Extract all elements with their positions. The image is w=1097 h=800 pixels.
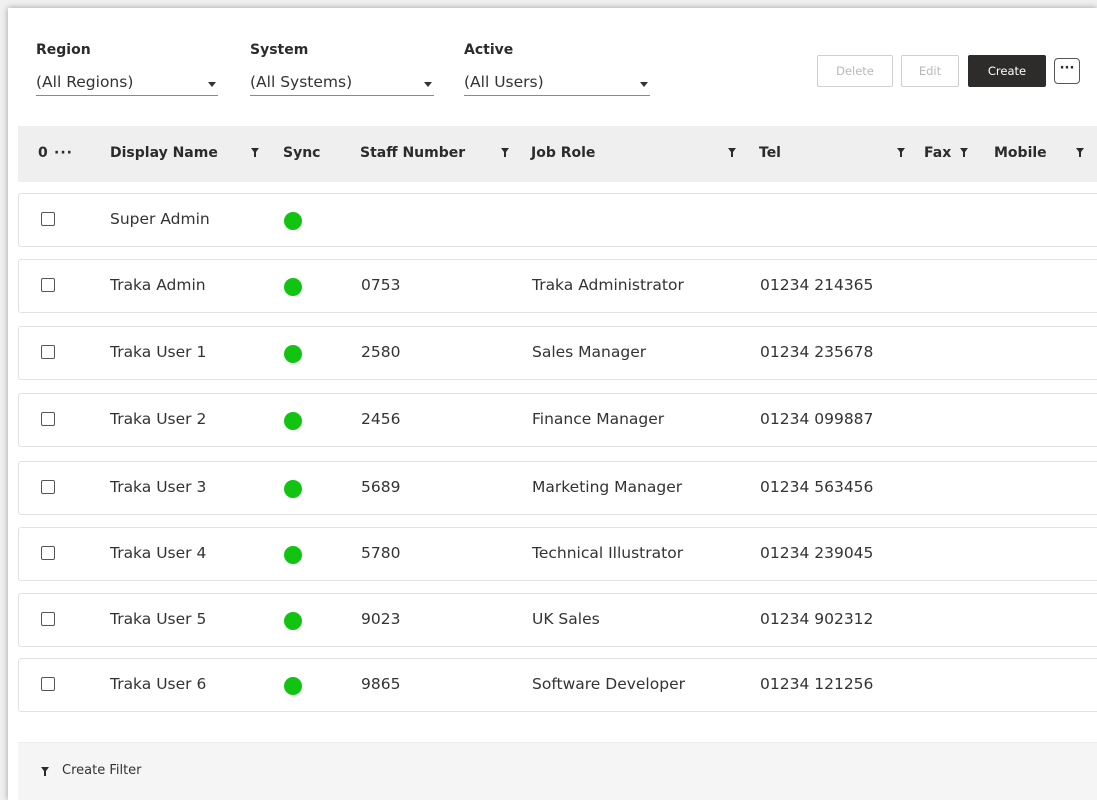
selected-count: 0: [38, 145, 48, 161]
cell-job-role: Traka Administrator: [532, 276, 684, 294]
cell-display-name: Traka User 2: [110, 410, 207, 428]
cell-display-name: Traka User 6: [110, 675, 207, 693]
column-mobile[interactable]: Mobile: [994, 145, 1047, 161]
system-filter: System (All Systems): [250, 42, 434, 96]
cell-tel: 01234 902312: [760, 610, 874, 628]
table-row[interactable]: Traka User 4 5780 Technical Illustrator …: [18, 527, 1097, 581]
cell-job-role: Software Developer: [532, 675, 685, 693]
column-staff-number[interactable]: Staff Number: [360, 145, 465, 161]
region-label: Region: [36, 42, 91, 58]
cell-display-name: Traka User 1: [110, 343, 207, 361]
cell-tel: 01234 121256: [760, 675, 874, 693]
cell-display-name: Super Admin: [110, 210, 210, 228]
sync-status-icon: [284, 345, 302, 363]
active-filter: Active (All Users): [464, 42, 650, 96]
chevron-down-icon: [208, 82, 216, 87]
cell-tel: 01234 235678: [760, 343, 874, 361]
cell-job-role: Marketing Manager: [532, 478, 683, 496]
sync-status-icon: [284, 212, 302, 230]
sync-status-icon: [284, 480, 302, 498]
sync-status-icon: [284, 278, 302, 296]
sync-status-icon: [284, 412, 302, 430]
funnel-icon[interactable]: [727, 145, 737, 159]
cell-staff-number: 9865: [361, 675, 401, 693]
chevron-down-icon: [640, 82, 648, 87]
region-select-value: (All Regions): [36, 73, 134, 91]
system-select-value: (All Systems): [250, 73, 353, 91]
system-label: System: [250, 42, 309, 58]
cell-tel: 01234 563456: [760, 478, 874, 496]
cell-job-role: Technical Illustrator: [532, 544, 684, 562]
table-row[interactable]: Traka User 5 9023 UK Sales 01234 902312: [18, 593, 1097, 647]
region-filter: Region (All Regions): [36, 42, 218, 96]
cell-staff-number: 5689: [361, 478, 401, 496]
cell-display-name: Traka User 4: [110, 544, 207, 562]
row-checkbox[interactable]: [41, 480, 55, 494]
sync-status-icon: [284, 677, 302, 695]
cell-staff-number: 2580: [361, 343, 401, 361]
table-row[interactable]: Traka User 2 2456 Finance Manager 01234 …: [18, 393, 1097, 447]
column-job-role[interactable]: Job Role: [531, 145, 595, 161]
active-select-value: (All Users): [464, 73, 544, 91]
cell-staff-number: 0753: [361, 276, 401, 294]
create-filter-bar[interactable]: Create Filter: [18, 742, 1097, 800]
active-label: Active: [464, 42, 514, 58]
edit-button[interactable]: Edit: [901, 55, 959, 87]
active-select[interactable]: (All Users): [464, 71, 650, 96]
cell-display-name: Traka Admin: [110, 276, 206, 294]
funnel-icon[interactable]: [896, 145, 906, 159]
table-row[interactable]: Traka Admin 0753 Traka Administrator 012…: [18, 259, 1097, 313]
delete-button[interactable]: Delete: [817, 55, 893, 87]
cell-display-name: Traka User 3: [110, 478, 207, 496]
system-select[interactable]: (All Systems): [250, 71, 434, 96]
table-row[interactable]: Traka User 1 2580 Sales Manager 01234 23…: [18, 326, 1097, 380]
funnel-icon[interactable]: [250, 145, 260, 159]
cell-job-role: UK Sales: [532, 610, 600, 628]
cell-display-name: Traka User 5: [110, 610, 207, 628]
create-button[interactable]: Create: [968, 55, 1046, 87]
row-checkbox[interactable]: [41, 345, 55, 359]
row-checkbox[interactable]: [41, 212, 55, 226]
more-options-button[interactable]: ···: [1054, 58, 1080, 84]
funnel-icon: [41, 767, 49, 776]
table-row[interactable]: Traka User 3 5689 Marketing Manager 0123…: [18, 461, 1097, 515]
create-filter-label: Create Filter: [62, 763, 142, 778]
column-tel[interactable]: Tel: [759, 145, 781, 161]
row-checkbox[interactable]: [41, 612, 55, 626]
cell-job-role: Sales Manager: [532, 343, 647, 361]
cell-staff-number: 2456: [361, 410, 401, 428]
sync-status-icon: [284, 612, 302, 630]
column-sync[interactable]: Sync: [283, 145, 320, 161]
funnel-icon[interactable]: [959, 145, 969, 159]
select-menu-button[interactable]: ···: [54, 145, 73, 161]
cell-staff-number: 5780: [361, 544, 401, 562]
cell-staff-number: 9023: [361, 610, 401, 628]
funnel-icon[interactable]: [1075, 145, 1085, 159]
table-row[interactable]: Super Admin: [18, 193, 1097, 247]
row-checkbox[interactable]: [41, 677, 55, 691]
column-display-name[interactable]: Display Name: [110, 145, 218, 161]
cell-tel: 01234 239045: [760, 544, 874, 562]
cell-tel: 01234 214365: [760, 276, 874, 294]
row-checkbox[interactable]: [41, 412, 55, 426]
sync-status-icon: [284, 546, 302, 564]
cell-tel: 01234 099887: [760, 410, 874, 428]
table-row[interactable]: Traka User 6 9865 Software Developer 012…: [18, 658, 1097, 712]
filter-bar: Region (All Regions) System (All Systems…: [18, 8, 1097, 116]
row-checkbox[interactable]: [41, 278, 55, 292]
funnel-icon[interactable]: [500, 145, 510, 159]
table-header: 0 ··· Display Name Sync Staff Number Job…: [18, 126, 1097, 182]
row-checkbox[interactable]: [41, 546, 55, 560]
cell-job-role: Finance Manager: [532, 410, 665, 428]
column-fax[interactable]: Fax: [924, 145, 951, 161]
users-window: Region (All Regions) System (All Systems…: [8, 8, 1097, 800]
region-select[interactable]: (All Regions): [36, 71, 218, 96]
chevron-down-icon: [424, 82, 432, 87]
